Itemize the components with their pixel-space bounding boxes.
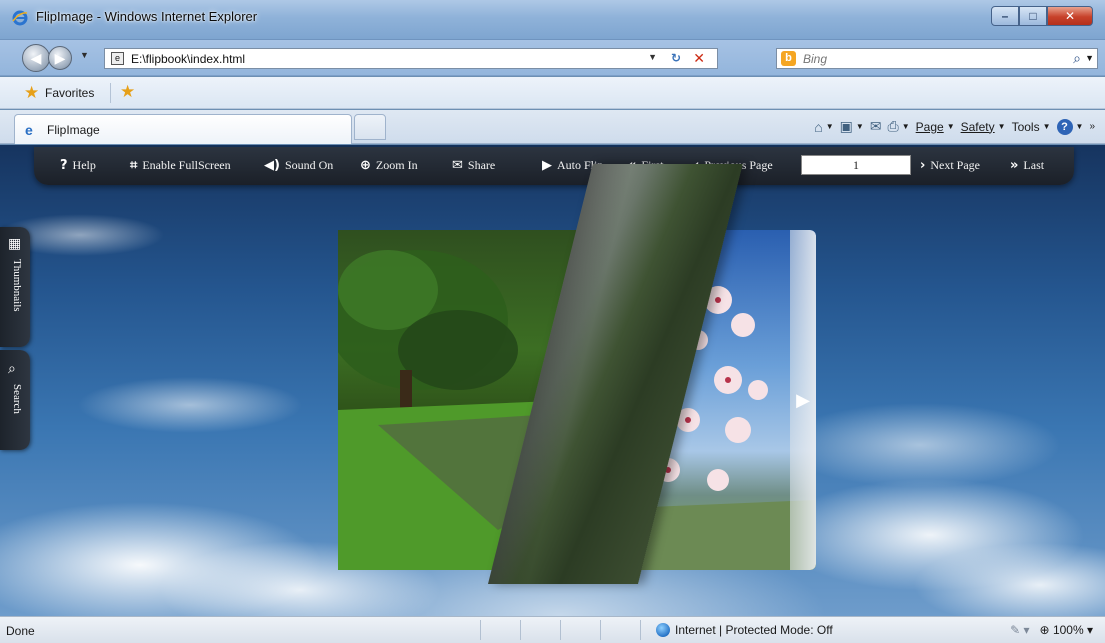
status-bar: Done Internet | Protected Mode: Off ✎ ▾ … xyxy=(0,616,1105,643)
status-text: Done xyxy=(6,624,35,638)
minimize-button[interactable]: – xyxy=(991,6,1019,26)
recent-pages-dropdown[interactable]: ▼ xyxy=(80,50,89,60)
page-content: ? Help ⌗ Enable FullScreen ◀) Sound On ⊕ Zoo… xyxy=(0,145,1105,616)
page-menu[interactable]: Page ▼ xyxy=(916,120,955,134)
search-input[interactable] xyxy=(803,51,1063,67)
zoom-in-button[interactable]: ⊕ Zoom In xyxy=(360,158,418,173)
back-icon: ◀ xyxy=(30,49,42,66)
status-right: ✎ ▾ ⊕ 100% ▾ xyxy=(1010,623,1093,637)
share-button[interactable]: ✉ Share xyxy=(452,158,495,173)
search-options-dropdown[interactable]: ▼ xyxy=(1085,53,1094,63)
magnifier-icon: ⌕ xyxy=(8,360,16,376)
new-tab-button[interactable] xyxy=(354,114,386,140)
speaker-icon: ◀) xyxy=(264,158,280,173)
print-icon: ⎙ xyxy=(887,118,899,134)
home-button[interactable]: ⌂ ▼ xyxy=(814,119,833,135)
play-icon: ▶ xyxy=(542,158,552,173)
back-button[interactable]: ◀ xyxy=(22,44,50,72)
maximize-button[interactable]: □ xyxy=(1019,6,1047,26)
protected-mode-icon[interactable]: ✎ ▾ xyxy=(1010,623,1029,637)
mail-share-icon: ✉ xyxy=(452,158,463,173)
command-bar: ⌂ ▼ ▣ ▼ ✉ ⎙ ▼ Page ▼ Safety ▼ Tools ▼ ? ▼ » xyxy=(814,118,1095,135)
favorites-button[interactable]: Favorites xyxy=(45,86,94,100)
home-icon: ⌂ xyxy=(814,118,823,135)
fullscreen-button[interactable]: ⌗ Enable FullScreen xyxy=(130,158,231,173)
help-icon: ? xyxy=(60,158,68,173)
zone-label: Internet | Protected Mode: Off xyxy=(675,623,833,637)
refresh-icon[interactable]: ↻ xyxy=(671,51,681,65)
divider xyxy=(600,620,601,640)
divider xyxy=(110,83,111,103)
tools-menu[interactable]: Tools ▼ xyxy=(1012,120,1051,134)
thumbnails-label: Thumbnails xyxy=(11,259,23,312)
globe-icon xyxy=(656,623,670,637)
address-bar[interactable]: e E:\flipbook\index.html ▼ ↻ ✕ xyxy=(104,48,718,69)
favorites-star-icon[interactable]: ★ xyxy=(24,83,39,103)
forward-icon: ▶ xyxy=(54,49,66,66)
zoom-status-icon: ⊕ xyxy=(1039,623,1050,637)
navigation-bar: ◀ ▶ ▼ e E:\flipbook\index.html ▼ ↻ ✕ b ⌕… xyxy=(0,40,1105,76)
page-number-input[interactable] xyxy=(801,155,911,175)
tab-label: FlipImage xyxy=(47,123,100,137)
address-url[interactable]: E:\flipbook\index.html xyxy=(131,52,245,66)
tab-flipimage[interactable]: e FlipImage xyxy=(14,114,352,144)
divider xyxy=(640,620,641,640)
help-circle-icon: ? xyxy=(1056,118,1073,135)
stop-icon[interactable]: ✕ xyxy=(693,50,705,67)
add-favorite-icon[interactable]: ★ xyxy=(120,82,135,102)
window-controls: – □ ✕ xyxy=(991,6,1093,26)
next-page-button[interactable]: › Next Page xyxy=(920,158,980,173)
mail-icon: ✉ xyxy=(869,118,882,134)
zoom-icon: ⊕ xyxy=(360,158,371,173)
divider xyxy=(560,620,561,640)
window-title: FlipImage - Windows Internet Explorer xyxy=(36,9,258,24)
last-page-button[interactable]: » Last xyxy=(1010,158,1044,173)
feeds-icon: ▣ xyxy=(839,118,853,134)
tab-bar: e FlipImage ⌂ ▼ ▣ ▼ ✉ ⎙ ▼ Page ▼ Safety ▼ Too… xyxy=(0,110,1105,144)
forward-button[interactable]: ▶ xyxy=(48,46,72,70)
search-label: Search xyxy=(11,384,23,414)
thumbnails-tab[interactable]: ▦ Thumbnails xyxy=(0,227,30,347)
favorites-bar: ★ Favorites ★ xyxy=(0,77,1105,109)
flipbook[interactable]: ▶ xyxy=(338,164,816,584)
ie-icon xyxy=(12,10,28,26)
double-right-icon: » xyxy=(1010,158,1019,173)
search-tab[interactable]: ⌕ Search xyxy=(0,350,30,450)
zoom-level[interactable]: ⊕ 100% ▾ xyxy=(1040,623,1093,637)
right-chevron-icon: › xyxy=(920,158,926,173)
print-button[interactable]: ⎙ ▼ xyxy=(888,118,910,135)
address-dropdown[interactable]: ▼ xyxy=(648,52,657,62)
ie-icon: e xyxy=(25,122,33,138)
divider xyxy=(520,620,521,640)
next-page-arrow-icon[interactable]: ▶ xyxy=(796,390,810,411)
flipbook-toolbar: ? Help ⌗ Enable FullScreen ◀) Sound On ⊕ Zoo… xyxy=(34,147,1074,185)
search-box[interactable]: b ⌕ ▼ xyxy=(776,48,1098,69)
security-zone[interactable]: Internet | Protected Mode: Off xyxy=(656,623,833,637)
sound-button[interactable]: ◀) Sound On xyxy=(264,158,333,173)
safety-menu[interactable]: Safety ▼ xyxy=(961,120,1006,134)
more-commands[interactable]: » xyxy=(1089,121,1095,132)
help-button[interactable]: ? Help xyxy=(60,158,96,173)
help-menu[interactable]: ? ▼ xyxy=(1056,118,1083,135)
search-icon[interactable]: ⌕ xyxy=(1073,50,1081,67)
fullscreen-icon: ⌗ xyxy=(130,158,138,173)
feeds-button[interactable]: ▣ ▼ xyxy=(840,118,864,135)
grid-icon: ▦ xyxy=(8,235,22,251)
divider xyxy=(480,620,481,640)
close-button[interactable]: ✕ xyxy=(1047,6,1093,26)
page-icon: e xyxy=(111,52,124,65)
title-bar: FlipImage - Windows Internet Explorer – … xyxy=(0,0,1105,40)
bing-logo: b xyxy=(781,51,796,66)
mail-button[interactable]: ✉ xyxy=(870,118,882,135)
